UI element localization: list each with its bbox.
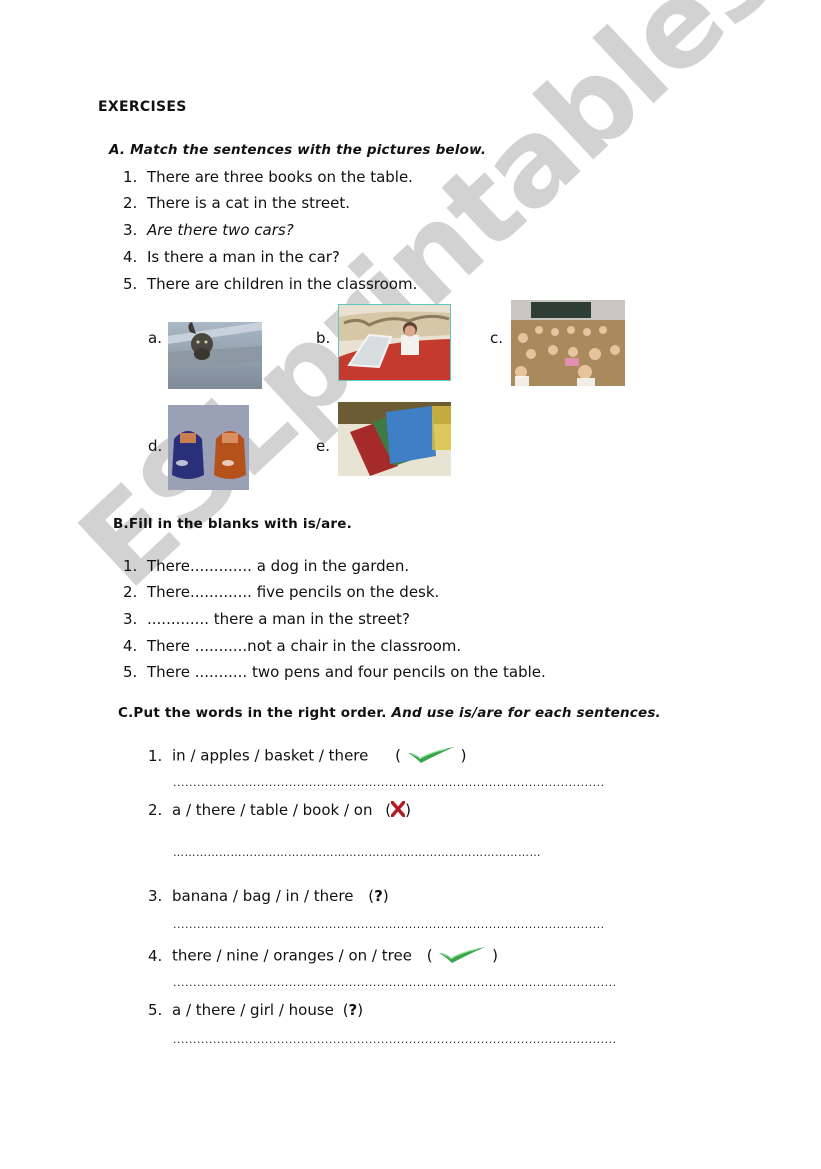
section-a-item: 1. There are three books on the table. <box>123 168 413 186</box>
section-a-item: 2. There is a cat in the street. <box>123 194 350 212</box>
open-paren: ( <box>426 946 433 965</box>
fill-in-blank-sentence: There ........... two pens and four penc… <box>147 663 546 681</box>
section-a-item: 4. Is there a man in the car? <box>123 248 340 266</box>
picture-label-a: a. <box>148 329 162 347</box>
item-number: 2. <box>148 801 163 819</box>
section-c-item: 3. banana / bag / in / there (?) <box>148 887 389 905</box>
books-image <box>338 402 451 476</box>
answer-line[interactable]: …………………………………………………………………………………… <box>173 846 541 859</box>
item-number: 3. <box>123 610 138 628</box>
item-number: 3. <box>123 221 138 239</box>
section-b-item: 3. ............. there a man in the stree… <box>123 610 410 628</box>
close-paren: ) <box>460 746 467 765</box>
question-mark-icon: ? <box>374 887 383 905</box>
item-text: There are three books on the table. <box>147 168 413 186</box>
picture-label-e: e. <box>316 437 330 455</box>
close-paren: ) <box>405 801 411 819</box>
fill-in-blank-sentence: There ...........not a chair in the clas… <box>147 637 462 655</box>
section-c-item: 1. in / apples / basket / there ( ) <box>148 745 466 767</box>
item-number: 1. <box>123 557 138 575</box>
picture-label-b: b. <box>316 329 331 347</box>
question-mark-icon: ? <box>348 1001 358 1019</box>
scrambled-words: there / nine / oranges / on / tree <box>172 946 412 965</box>
section-c-heading-italic: And use is/are for each sentences. <box>391 705 661 721</box>
section-c-item: 4. there / nine / oranges / on / tree ( ) <box>148 945 498 967</box>
car-image <box>339 305 450 380</box>
worksheet-page: ESLprintables.com EXERCISES A. Match the… <box>0 0 821 1169</box>
item-text: Are there two cars? <box>147 221 294 239</box>
answer-line[interactable]: ........................................… <box>173 1033 617 1046</box>
section-b-item: 5. There ........... two pens and four pe… <box>123 663 546 681</box>
open-paren: ( <box>395 746 402 765</box>
section-b-item: 4. There ...........not a chair in the cl… <box>123 637 461 655</box>
check-icon <box>437 945 487 967</box>
section-c-item: 5. a / there / girl / house (?) <box>148 1001 363 1019</box>
close-paren: ) <box>357 1001 364 1019</box>
cat-image <box>168 322 262 389</box>
item-text: There is a cat in the street. <box>147 194 350 212</box>
item-number: 1. <box>123 168 138 186</box>
section-a-item: 3. Are there two cars? <box>123 221 294 239</box>
picture-label-c: c. <box>490 329 504 347</box>
item-text: Is there a man in the car? <box>147 248 340 266</box>
item-number: 4. <box>123 248 138 266</box>
scrambled-words: banana / bag / in / there <box>172 887 354 905</box>
classroom-image <box>511 300 625 386</box>
item-number: 2. <box>123 583 138 601</box>
section-c-item: 2. a / there / table / book / on () <box>148 800 411 821</box>
fill-in-blank-sentence: There............. five pencils on the d… <box>147 583 440 601</box>
picture-books <box>338 402 451 476</box>
answer-line[interactable]: ........................................… <box>173 976 617 989</box>
scrambled-words: a / there / girl / house <box>172 1001 334 1019</box>
section-b-item: 1. There............. a dog in the garden… <box>123 557 409 575</box>
item-number: 5. <box>123 275 138 293</box>
check-icon <box>406 745 456 767</box>
item-number: 5. <box>148 1001 163 1019</box>
item-number: 1. <box>148 746 163 765</box>
picture-cat <box>168 322 262 389</box>
picture-classroom <box>511 300 625 386</box>
item-number: 5. <box>123 663 138 681</box>
section-a-item: 5. There are children in the classroom. <box>123 275 417 293</box>
fill-in-blank-sentence: ............. there a man in the street? <box>147 610 410 628</box>
close-paren: ) <box>492 946 498 965</box>
cross-icon <box>390 800 406 821</box>
page-title: EXERCISES <box>98 99 187 115</box>
item-number: 4. <box>148 946 163 965</box>
item-number: 4. <box>123 637 138 655</box>
section-b-heading: B.Fill in the blanks with is/are. <box>113 516 352 532</box>
answer-line[interactable]: ........................................… <box>173 918 605 931</box>
section-a-heading: A. Match the sentences with the pictures… <box>109 142 486 158</box>
section-c-heading-plain: C.Put the words in the right order. <box>118 705 387 721</box>
fill-in-blank-sentence: There............. a dog in the garden. <box>147 557 410 575</box>
item-text: There are children in the classroom. <box>147 275 418 293</box>
section-c-heading: C.Put the words in the right order. And … <box>118 705 661 721</box>
close-paren: ) <box>382 887 389 905</box>
toy-cars-image <box>168 405 249 490</box>
section-a-heading-text: A. Match the sentences with the pictures… <box>109 142 487 158</box>
item-number: 2. <box>123 194 138 212</box>
item-number: 3. <box>148 887 163 905</box>
section-b-item: 2. There............. five pencils on the… <box>123 583 439 601</box>
scrambled-words: a / there / table / book / on <box>172 801 373 819</box>
answer-line[interactable]: ........................................… <box>173 776 605 789</box>
picture-man-in-car <box>338 304 451 381</box>
picture-label-d: d. <box>148 437 163 455</box>
picture-two-cars <box>168 405 249 490</box>
scrambled-words: in / apples / basket / there <box>172 746 369 765</box>
